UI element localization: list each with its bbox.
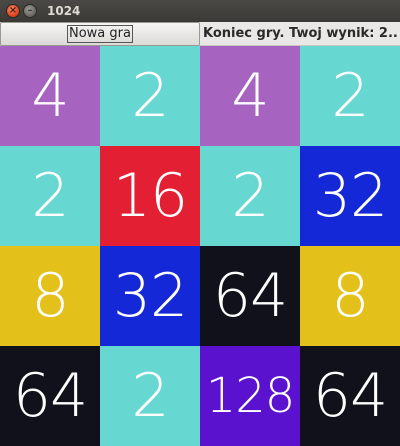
board-tile: 64 [200,246,300,346]
board-tile: 2 [100,46,200,146]
close-window-button[interactable]: × [6,4,20,18]
board-tile: 32 [300,146,400,246]
board-tile: 4 [200,46,300,146]
board-tile: 16 [100,146,200,246]
board-tile: 8 [300,246,400,346]
board-tile: 2 [300,46,400,146]
window-title: 1024 [47,4,81,18]
board-tile: 8 [0,246,100,346]
board-tile: 64 [0,346,100,446]
minimize-icon: – [27,5,33,16]
board-tile: 2 [100,346,200,446]
board-tile: 2 [200,146,300,246]
board-tile: 2 [0,146,100,246]
board-tile: 4 [0,46,100,146]
board-tile: 64 [300,346,400,446]
new-game-button[interactable]: Nowa gra [0,22,200,46]
close-icon: × [8,5,18,16]
game-status-label: Koniec gry. Twoj wynik: 2... [203,26,398,41]
new-game-button-label: Nowa gra [67,25,133,43]
game-board: 4 2 4 2 2 16 2 32 8 32 64 8 64 2 128 64 [0,46,400,446]
window-titlebar: × – 1024 [0,0,400,22]
board-tile: 128 [200,346,300,446]
minimize-window-button[interactable]: – [23,4,37,18]
toolbar: Nowa gra Koniec gry. Twoj wynik: 2... [0,22,400,46]
board-tile: 32 [100,246,200,346]
